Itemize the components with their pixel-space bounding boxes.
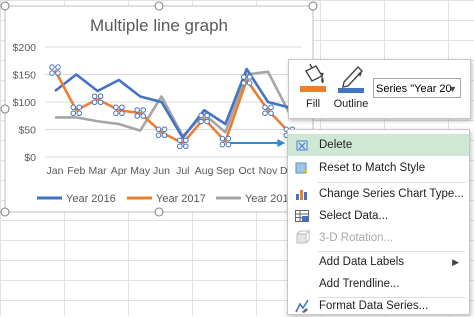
y-tick-label: $200: [13, 42, 37, 54]
submenu-arrow-icon: ▶: [452, 257, 459, 267]
menu-item-add-trendline[interactable]: Add Trendline...: [288, 273, 469, 295]
rotation-3d-icon: [296, 230, 310, 244]
selection-handle-dot: [204, 118, 210, 125]
menu-item-format-data-series[interactable]: Format Data Series...: [288, 295, 469, 317]
selection-handle-dot: [268, 110, 274, 117]
chevron-down-icon: ▼: [448, 84, 457, 94]
menu-item-reset-style[interactable]: Reset to Match Style: [288, 157, 469, 179]
selection-handle-dot: [140, 113, 146, 119]
context-menu: Delete Reset to Match Style Change Serie…: [287, 129, 470, 315]
selection-handle-dot: [198, 112, 204, 119]
reset-style-icon: [295, 162, 308, 174]
selection-handle-dot: [177, 137, 183, 144]
x-tick-label: May: [130, 165, 151, 177]
selection-handle-dot: [161, 126, 168, 133]
selection-handle-dot: [225, 141, 232, 148]
selection-handle-dot: [183, 143, 189, 150]
selection-handle-dot: [76, 104, 83, 111]
menu-item-change-chart-type[interactable]: Change Series Chart Type...: [288, 183, 469, 205]
outline-button[interactable]: Outline: [331, 62, 371, 114]
selection-handle-dot: [49, 64, 55, 70]
selection-handle-dot: [113, 104, 119, 111]
selection-handle-dot: [119, 104, 125, 111]
selection-handle-dot: [161, 132, 168, 139]
outline-dropdown-arrow[interactable]: ▾: [355, 70, 365, 82]
x-tick-label: Jan: [47, 165, 64, 177]
x-tick-label: Nov: [259, 165, 278, 177]
chart-resize-handle[interactable]: [0, 207, 10, 217]
selection-handle-dot: [155, 126, 162, 133]
selection-handle-dot: [134, 107, 140, 113]
x-tick-label: Oct: [239, 165, 255, 177]
selection-handle-dot: [49, 70, 55, 76]
chart-resize-handle[interactable]: [308, 1, 318, 11]
menu-item-3d-rotation[interactable]: 3-D Rotation...: [288, 227, 469, 249]
selection-handle-dot: [268, 104, 274, 111]
x-tick-label: Apr: [111, 165, 128, 177]
selection-handle-dot: [225, 135, 232, 142]
y-tick-label: $150: [13, 70, 37, 82]
series-select-value: Series "Year 20: [376, 83, 452, 95]
selection-handle-dot: [155, 132, 162, 139]
chart-resize-handle[interactable]: [154, 207, 164, 217]
fill-dropdown-arrow[interactable]: ▾: [317, 70, 327, 82]
selection-handle-dot: [246, 74, 253, 80]
chart-resize-handle[interactable]: [154, 1, 164, 11]
format-series-icon: [295, 299, 309, 313]
selection-handle-dot: [219, 141, 226, 148]
selection-handle-dot: [113, 110, 119, 117]
selection-handle-dot: [91, 93, 98, 100]
x-tick-label: Jul: [176, 165, 189, 177]
chart-resize-handle[interactable]: [0, 1, 10, 11]
selection-handle-dot: [55, 70, 61, 76]
selection-handle-dot: [262, 110, 268, 117]
chart-type-icon: [296, 190, 307, 200]
menu-item-select-data[interactable]: Select Data...: [288, 205, 469, 227]
y-tick-label: $100: [13, 97, 37, 109]
x-tick-label: Aug: [195, 165, 214, 177]
legend-label: Year 2016: [66, 193, 116, 205]
outline-label: Outline: [333, 98, 369, 110]
select-data-icon: [295, 210, 309, 222]
selection-handle-dot: [177, 143, 183, 150]
selection-handle-dot: [97, 99, 104, 106]
y-tick-label: $0: [24, 152, 36, 164]
x-tick-label: Mar: [89, 165, 108, 177]
menu-item-delete[interactable]: Delete: [288, 134, 469, 156]
selection-handle-dot: [246, 80, 253, 86]
selection-handle-dot: [198, 118, 204, 125]
delete-icon: [296, 140, 308, 151]
selection-handle-dot: [76, 110, 83, 117]
legend-label: Year 2017: [156, 193, 206, 205]
selection-handle-dot: [240, 74, 247, 80]
selection-handle-dot: [140, 107, 146, 113]
y-tick-label: $50: [18, 125, 36, 137]
fill-button[interactable]: Fill: [293, 62, 333, 114]
selection-handle-dot: [262, 104, 268, 111]
x-tick-label: Feb: [67, 165, 85, 177]
series-select[interactable]: Series "Year 20 ▼: [373, 78, 461, 98]
selection-handle-dot: [97, 93, 104, 100]
selection-handle-dot: [219, 135, 226, 142]
menu-item-add-data-labels[interactable]: Add Data Labels ▶: [288, 251, 469, 273]
selection-handle-dot: [55, 64, 61, 70]
selection-handle-dot: [204, 112, 210, 119]
chart-resize-handle[interactable]: [0, 104, 10, 114]
selection-handle-dot: [183, 137, 189, 144]
x-tick-label: Sep: [216, 165, 235, 177]
selection-handle-dot: [70, 104, 77, 111]
selection-handle-dot: [119, 110, 125, 117]
selection-handle-dot: [240, 80, 247, 86]
mini-format-toolbar: Fill ▾ Outline ▾ Series "Year 20 ▼: [288, 59, 471, 119]
selection-handle-dot: [70, 110, 77, 117]
x-tick-label: Jun: [153, 165, 170, 177]
fill-label: Fill: [305, 98, 321, 110]
selection-handle-dot: [91, 99, 98, 106]
selection-handle-dot: [134, 113, 140, 119]
chart-title: Multiple line graph: [90, 16, 228, 35]
